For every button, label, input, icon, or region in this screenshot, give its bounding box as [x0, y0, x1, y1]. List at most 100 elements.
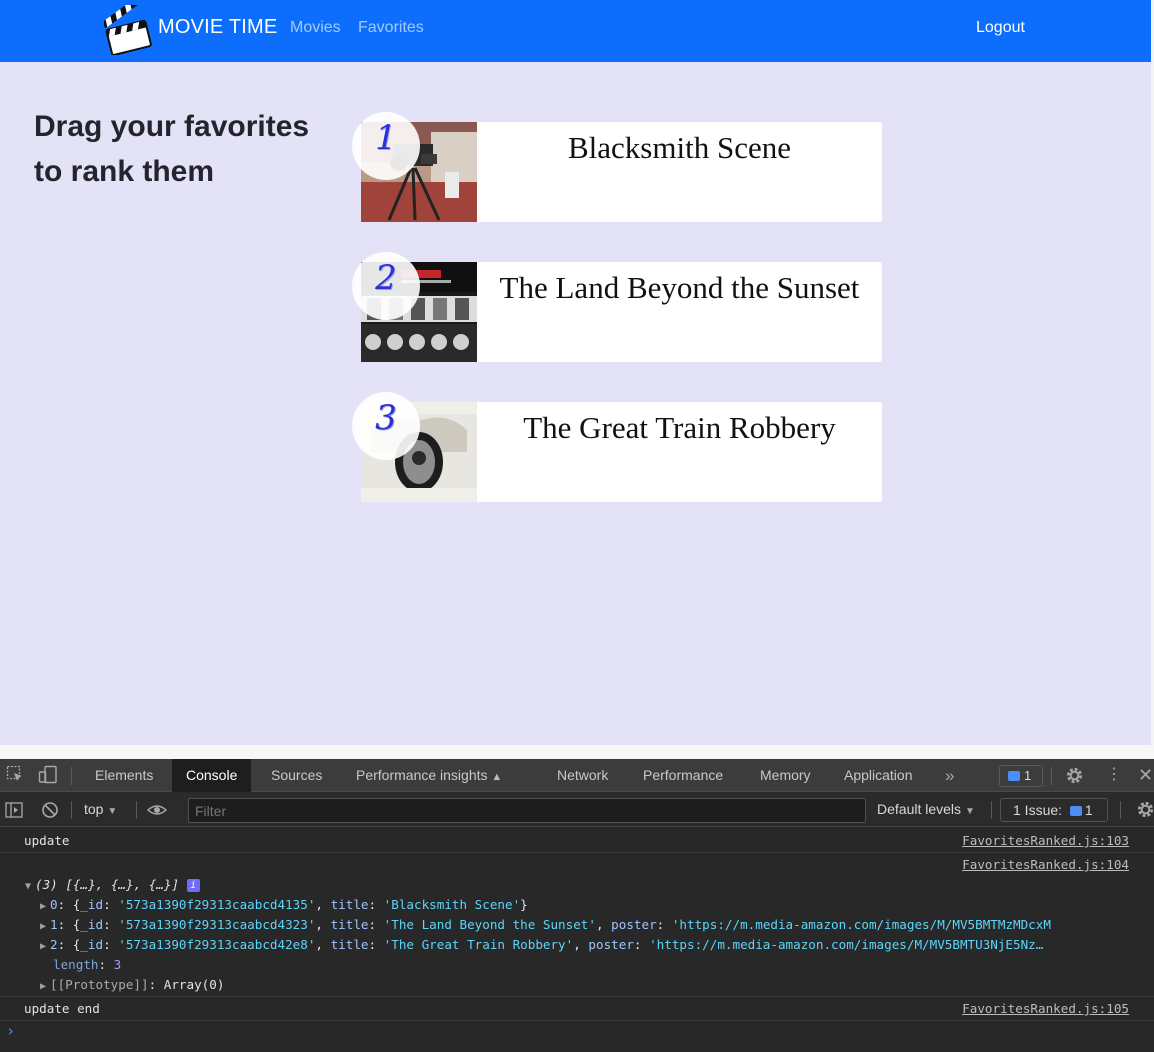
- chevron-down-icon: ▼: [107, 806, 118, 817]
- entry-id: '573a1390f29313caabcd4323': [118, 917, 316, 932]
- console-message: update end FavoritesRanked.js:105: [0, 1001, 1154, 1021]
- rank-badge: 2: [352, 252, 420, 320]
- divider: [0, 996, 1154, 997]
- collapsed-triangle-icon: ▶: [40, 941, 47, 952]
- entry-index: 2: [50, 937, 58, 952]
- entry-id: '573a1390f29313caabcd42e8': [118, 937, 316, 952]
- console-message: update FavoritesRanked.js:103: [0, 833, 1154, 853]
- issues-label: 1 Issue:: [1013, 802, 1063, 818]
- tab-sources[interactable]: Sources: [271, 759, 322, 792]
- message-icon: [1008, 771, 1020, 781]
- entry-id: '573a1390f29313caabcd4135': [118, 897, 316, 912]
- message-count: 1: [1024, 768, 1032, 783]
- divider: [1120, 801, 1121, 819]
- message-icon: [1069, 806, 1082, 816]
- log-levels-label: Default levels: [877, 801, 962, 817]
- clapperboard-logo-icon: [104, 5, 152, 55]
- tab-elements[interactable]: Elements: [95, 759, 153, 792]
- movie-title: The Land Beyond the Sunset: [499, 270, 860, 305]
- messages-badge[interactable]: 1: [999, 765, 1043, 787]
- favorite-card[interactable]: 3 The Great Train Robbery: [352, 392, 882, 502]
- tab-console[interactable]: Console: [172, 759, 252, 792]
- favorite-card[interactable]: 1 Blacksmith Scene: [352, 112, 882, 222]
- console-filter-input[interactable]: [188, 798, 866, 823]
- issues-button[interactable]: 1 Issue: 1: [1000, 798, 1108, 822]
- console-message-text: update: [24, 833, 70, 848]
- info-icon: i: [186, 879, 200, 892]
- collapsed-triangle-icon: ▶: [40, 981, 47, 992]
- rank-badge: 3: [352, 392, 420, 460]
- array-entry[interactable]: ▶ 2: {_id: '573a1390f29313caabcd42e8', ti…: [0, 937, 1154, 957]
- array-summary-text: (3) [{…}, {…}, {…}]: [35, 877, 180, 892]
- devtools-resize-handle[interactable]: [0, 745, 1154, 759]
- clear-console-icon[interactable]: [41, 801, 59, 824]
- console-message-text: update end: [24, 1001, 100, 1016]
- console-source-link[interactable]: FavoritesRanked.js:103: [962, 833, 1129, 848]
- close-icon[interactable]: ✕: [1138, 765, 1153, 785]
- prototype-value: Array(0): [163, 977, 225, 992]
- tab-memory[interactable]: Memory: [760, 759, 811, 792]
- console-source-link[interactable]: FavoritesRanked.js:104: [962, 857, 1129, 872]
- divider: [71, 767, 72, 785]
- console-toolbar: top ▼ Default levels ▼ 1 Issue: 1: [0, 793, 1154, 827]
- console-settings-gear-icon[interactable]: [1136, 800, 1154, 824]
- rank-number: 2: [375, 258, 397, 298]
- page-heading: Drag your favorites to rank them: [34, 110, 310, 188]
- divider: [71, 801, 72, 819]
- more-tabs-icon[interactable]: »: [945, 759, 954, 792]
- favorite-card[interactable]: 2 The Land Beyond the Sunset: [352, 252, 882, 362]
- divider: [991, 801, 992, 819]
- entry-index: 1: [50, 917, 58, 932]
- context-selector[interactable]: top ▼: [84, 801, 117, 817]
- console-prompt[interactable]: ›: [0, 1022, 1154, 1044]
- nav-link-movies[interactable]: Movies: [290, 19, 341, 37]
- rank-badge: 1: [352, 112, 420, 180]
- length-value: 3: [113, 957, 122, 972]
- tab-application[interactable]: Application: [844, 759, 913, 792]
- prompt-chevron-icon: ›: [6, 1022, 16, 1040]
- log-levels-dropdown[interactable]: Default levels ▼: [877, 801, 975, 817]
- entry-index: 0: [50, 897, 58, 912]
- experiment-flask-icon: ▲: [491, 771, 503, 783]
- device-toolbar-icon[interactable]: [38, 765, 58, 790]
- issues-count: 1: [1084, 802, 1093, 818]
- inspect-element-icon[interactable]: [6, 765, 24, 788]
- console-source-link[interactable]: FavoritesRanked.js:105: [962, 1001, 1129, 1016]
- collapsed-triangle-icon: ▶: [40, 901, 47, 912]
- tab-network[interactable]: Network: [557, 759, 608, 792]
- array-entry[interactable]: ▶ 0: {_id: '573a1390f29313caabcd4135', ti…: [0, 897, 1154, 917]
- console-array-summary[interactable]: ▼ (3) [{…}, {…}, {…}] i: [0, 877, 1154, 897]
- length-label: length: [53, 957, 99, 972]
- tab-performance[interactable]: Performance: [643, 759, 723, 792]
- collapsed-triangle-icon: ▶: [40, 921, 47, 932]
- entry-title: 'The Land Beyond the Sunset': [383, 917, 596, 932]
- rank-number: 3: [375, 398, 397, 438]
- entry-poster: 'https://m.media-amazon.com/images/M/MV5…: [671, 917, 1051, 932]
- logout-link[interactable]: Logout: [976, 19, 1025, 37]
- tab-performance-insights[interactable]: Performance insights ▲: [356, 759, 502, 792]
- app-page: MOVIE TIME Movies Favorites Logout Drag …: [0, 0, 1151, 745]
- sidebar-toggle-icon[interactable]: [5, 801, 23, 824]
- context-label: top: [84, 801, 104, 817]
- divider: [0, 852, 1154, 853]
- more-options-icon[interactable]: ⋮: [1106, 766, 1122, 784]
- array-length: length: 3: [53, 957, 122, 972]
- console-message: FavoritesRanked.js:104: [0, 857, 1154, 877]
- devtools-tabbar: Elements Console Sources Performance ins…: [0, 759, 1154, 792]
- entry-title: 'The Great Train Robbery': [383, 937, 574, 952]
- brand-link[interactable]: MOVIE TIME: [104, 4, 277, 56]
- navbar: MOVIE TIME Movies Favorites Logout: [0, 0, 1151, 62]
- rank-number: 1: [375, 118, 397, 158]
- movie-title: The Great Train Robbery: [523, 410, 836, 445]
- divider: [1051, 767, 1052, 785]
- divider: [136, 801, 137, 819]
- prototype-label: [[Prototype]]: [50, 977, 149, 992]
- console-output: update FavoritesRanked.js:103 FavoritesR…: [0, 828, 1154, 1052]
- settings-gear-icon[interactable]: [1065, 766, 1084, 790]
- nav-link-favorites[interactable]: Favorites: [358, 19, 424, 37]
- live-expression-eye-icon[interactable]: [146, 801, 168, 824]
- brand-name: MOVIE TIME: [158, 15, 278, 38]
- array-prototype[interactable]: ▶ [[Prototype]]: Array(0): [0, 977, 1154, 997]
- array-entry[interactable]: ▶ 1: {_id: '573a1390f29313caabcd4323', ti…: [0, 917, 1154, 937]
- tab-performance-insights-label: Performance insights: [356, 767, 488, 783]
